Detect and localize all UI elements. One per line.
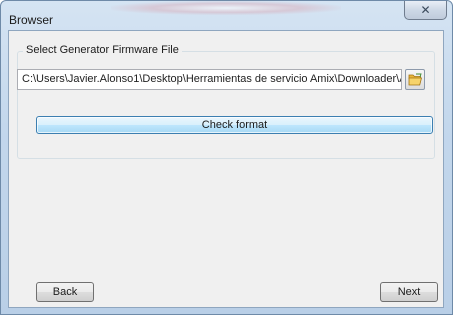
back-button[interactable]: Back	[36, 282, 94, 302]
title-bar-highlight	[111, 1, 341, 15]
close-button[interactable]: ✕	[404, 1, 447, 20]
folder-open-icon	[408, 73, 422, 86]
next-button[interactable]: Next	[380, 282, 438, 302]
browse-folder-button[interactable]	[405, 69, 425, 90]
firmware-group-label: Select Generator Firmware File	[23, 44, 182, 56]
close-icon: ✕	[420, 3, 431, 17]
firmware-file-groupbox: Select Generator Firmware File	[17, 44, 435, 159]
title-bar[interactable]: Browser ✕	[1, 1, 452, 31]
window-title: Browser	[9, 13, 54, 27]
firmware-path-input[interactable]: C:\Users\Javier.Alonso1\Desktop\Herramie…	[17, 69, 402, 90]
check-format-button[interactable]: Check format	[36, 116, 433, 134]
